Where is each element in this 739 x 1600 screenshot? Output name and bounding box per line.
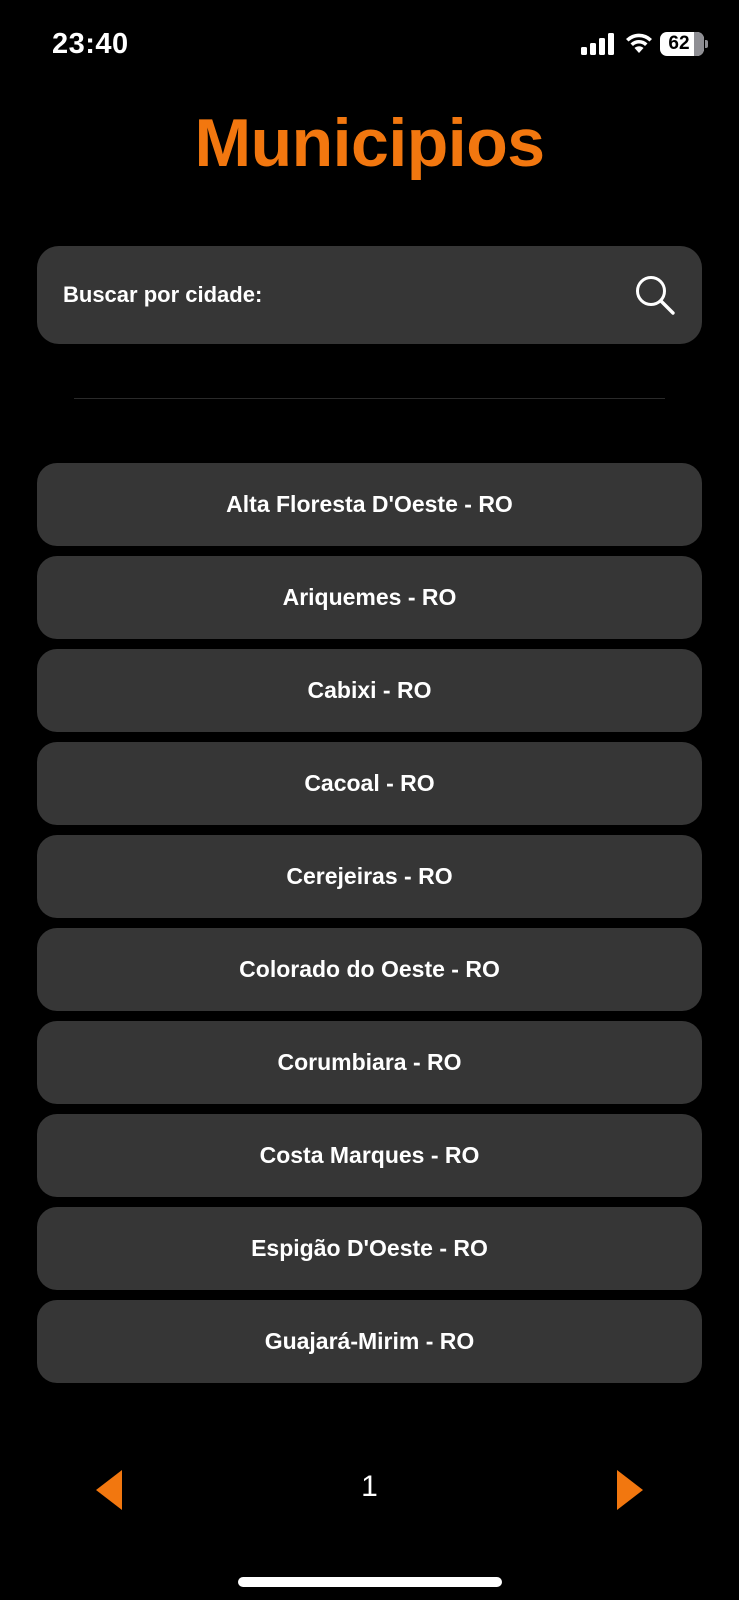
city-item[interactable]: Corumbiara - RO (37, 1021, 702, 1104)
city-item[interactable]: Guajará-Mirim - RO (37, 1300, 702, 1383)
battery-level: 62 (668, 33, 690, 54)
search-label: Buscar por cidade: (63, 282, 263, 307)
status-time: 23:40 (52, 28, 129, 60)
city-item[interactable]: Cerejeiras - RO (37, 835, 702, 918)
divider (74, 398, 665, 399)
status-bar: 23:40 62 (0, 0, 739, 88)
cellular-signal-icon (581, 33, 614, 55)
search-bar[interactable]: Buscar por cidade: (37, 246, 702, 344)
city-item[interactable]: Espigão D'Oeste - RO (37, 1207, 702, 1290)
city-list: Alta Floresta D'Oeste - RO Ariquemes - R… (37, 463, 702, 1393)
city-item[interactable]: Costa Marques - RO (37, 1114, 702, 1197)
city-item[interactable]: Ariquemes - RO (37, 556, 702, 639)
search-icon[interactable] (634, 274, 676, 316)
triangle-right-icon[interactable] (617, 1470, 643, 1510)
wifi-icon (626, 33, 652, 53)
city-item[interactable]: Alta Floresta D'Oeste - RO (37, 463, 702, 546)
page-title: Municipios (194, 105, 545, 181)
city-item[interactable]: Cacoal - RO (37, 742, 702, 825)
battery-icon: 62 (660, 32, 708, 56)
home-indicator[interactable] (238, 1577, 502, 1587)
city-item[interactable]: Cabixi - RO (37, 649, 702, 732)
city-item[interactable]: Colorado do Oeste - RO (37, 928, 702, 1011)
pagination: 1 (0, 1462, 739, 1518)
